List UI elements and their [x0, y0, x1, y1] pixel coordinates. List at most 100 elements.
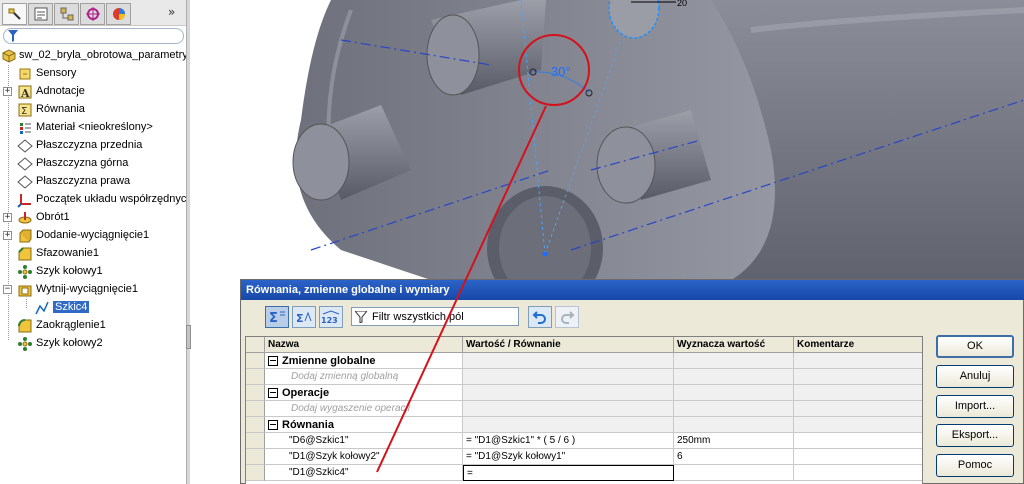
collapse-toggle[interactable] — [268, 356, 278, 366]
tree-item-sfazowanie[interactable]: Sfazowanie1 — [0, 245, 186, 263]
panel-expand-arrows[interactable]: » — [168, 5, 175, 19]
top-dimension-fragment[interactable]: 20 — [677, 0, 687, 8]
equation-value-cell[interactable]: = "D1@Szyk kołowy1" — [463, 449, 674, 465]
equation-value-cell[interactable]: = "D1@Szkic1" * ( 5 / 6 ) — [463, 433, 674, 449]
row-header[interactable] — [246, 433, 265, 449]
display-manager-icon — [112, 8, 125, 20]
table-cell — [794, 417, 922, 433]
sketch-icon — [35, 301, 49, 315]
column-header-evaluates[interactable]: Wyznacza wartość — [674, 337, 794, 353]
expand-toggle[interactable]: + — [3, 213, 12, 222]
tree-item-szkic4[interactable]: Szkic4 — [0, 299, 186, 317]
column-header-name[interactable]: Nazwa — [265, 337, 463, 353]
tree-item-sensory[interactable]: Sensory — [0, 65, 186, 83]
export-button[interactable]: Eksport... — [936, 424, 1014, 447]
angle-dimension-label[interactable]: 30° — [551, 64, 571, 79]
table-cell — [794, 369, 922, 385]
panel-tab-bar: » — [0, 0, 186, 26]
tree-item-material[interactable]: Materiał <nieokreślony> — [0, 119, 186, 137]
add-feature-suppression-cell[interactable]: Dodaj wygaszenie operacji — [265, 401, 463, 417]
tree-item-plane-front[interactable]: Płaszczyzna przednia — [0, 137, 186, 155]
tab-property-manager[interactable] — [28, 3, 53, 25]
tree-item-szyk2[interactable]: Szyk kołowy2 — [0, 335, 186, 353]
column-header-comments[interactable]: Komentarze — [794, 337, 922, 353]
group-features[interactable]: Operacje — [265, 385, 463, 401]
fillet-icon — [18, 319, 32, 333]
equations-dialog: Równania, zmienne globalne i wymiary Σ Σ… — [240, 279, 1024, 484]
row-header[interactable] — [246, 465, 265, 481]
equation-view-button[interactable]: Σ — [265, 306, 289, 328]
tree-item-adnotacje[interactable]: + A Adnotacje — [0, 83, 186, 101]
collapse-toggle[interactable]: − — [3, 285, 12, 294]
table-cell — [674, 369, 794, 385]
evaluates-cell — [674, 465, 794, 481]
panel-splitter[interactable] — [186, 0, 190, 484]
table-cell — [794, 385, 922, 401]
collapse-toggle[interactable] — [268, 388, 278, 398]
cancel-button[interactable]: Anuluj — [936, 365, 1014, 388]
group-globals[interactable]: Zmienne globalne — [265, 353, 463, 369]
table-cell — [794, 353, 922, 369]
group-equations[interactable]: Równania — [265, 417, 463, 433]
svg-text:A: A — [20, 87, 30, 100]
tree-item-obrot1[interactable]: + Obrót1 — [0, 209, 186, 227]
row-header — [246, 385, 265, 401]
comment-cell[interactable] — [794, 465, 922, 481]
table-cell — [674, 353, 794, 369]
comment-cell[interactable] — [794, 449, 922, 465]
equation-name-cell[interactable]: "D6@Szkic1" — [265, 433, 463, 449]
equation-value-input[interactable]: = — [463, 465, 674, 481]
tree-item-plane-top[interactable]: Płaszczyzna górna — [0, 155, 186, 173]
collapse-toggle[interactable] — [268, 420, 278, 430]
expand-toggle[interactable]: + — [3, 231, 12, 240]
tab-configuration-manager[interactable] — [54, 3, 79, 25]
row-header[interactable] — [246, 449, 265, 465]
column-header-value[interactable]: Wartość / Równanie — [463, 337, 674, 353]
undo-button[interactable] — [528, 306, 552, 328]
sigma-view-icon: Σ — [269, 311, 285, 325]
table-cell — [674, 385, 794, 401]
annotation-icon: A — [18, 85, 32, 100]
sketch-equation-view-button[interactable]: Σ — [292, 306, 316, 328]
tab-display-manager[interactable] — [106, 3, 131, 25]
tree-item-wytnij[interactable]: − Wytnij-wyciągnięcie1 — [0, 281, 186, 299]
tree-item-plane-right[interactable]: Płaszczyzna prawa — [0, 173, 186, 191]
redo-icon — [561, 311, 575, 324]
row-header — [246, 353, 265, 369]
tab-dimxpert[interactable] — [80, 3, 105, 25]
equation-name-cell[interactable]: "D1@Szyk kołowy2" — [265, 449, 463, 465]
import-button[interactable]: Import... — [936, 395, 1014, 418]
tree-item-label: Szkic4 — [53, 301, 90, 313]
tree-root-label: sw_02_bryla_obrotowa_parametry — [19, 49, 186, 61]
tree-item-rownania[interactable]: Σ Równania — [0, 101, 186, 119]
tree-item-label: Obrót1 — [36, 211, 70, 223]
equation-name-cell[interactable]: "D1@Szkic4" — [265, 465, 463, 481]
plane-icon — [17, 175, 33, 189]
filter-icon — [8, 30, 18, 42]
equation-filter-input[interactable]: Filtr wszystkich pól — [351, 307, 519, 326]
tree-item-label: Początek układu współrzędnych — [36, 193, 186, 205]
redo-button[interactable] — [555, 306, 579, 328]
ok-button[interactable]: OK — [936, 335, 1014, 358]
tree-item-label: Płaszczyzna prawa — [36, 175, 131, 187]
help-button[interactable]: Pomoc — [936, 454, 1014, 477]
tree-item-dodanie[interactable]: + Dodanie-wyciągnięcie1 — [0, 227, 186, 245]
tree-filter-input[interactable] — [3, 28, 184, 44]
tree-item-origin[interactable]: Początek układu współrzędnych — [0, 191, 186, 209]
dialog-toolbar: Σ Σ 123 Filtr wszystkich pól — [241, 301, 933, 331]
tree-item-zaokraglenie[interactable]: Zaokrąglenie1 — [0, 317, 186, 335]
plane-icon — [17, 157, 33, 171]
expand-toggle[interactable]: + — [3, 87, 12, 96]
circular-pattern-icon — [18, 337, 32, 351]
tree-item-szyk1[interactable]: Szyk kołowy1 — [0, 263, 186, 281]
group-equations-label: Równania — [282, 419, 334, 431]
tree-item-label: Adnotacje — [36, 85, 85, 97]
dimension-view-button[interactable]: 123 — [319, 306, 343, 328]
table-cell — [794, 401, 922, 417]
comment-cell[interactable] — [794, 433, 922, 449]
add-global-variable-cell[interactable]: Dodaj zmienną globalną — [265, 369, 463, 385]
tree-item-label: Szyk kołowy1 — [36, 265, 103, 277]
tab-feature-manager[interactable] — [2, 3, 27, 25]
material-icon — [20, 123, 31, 134]
tree-root[interactable]: sw_02_bryla_obrotowa_parametry — [0, 47, 186, 65]
